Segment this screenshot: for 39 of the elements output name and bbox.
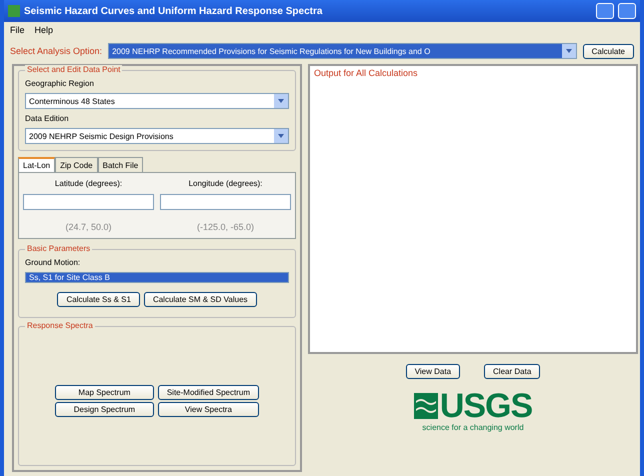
tab[interactable]: Lat-Lon (18, 157, 56, 172)
minimize-button[interactable] (596, 3, 614, 19)
app-icon (8, 5, 20, 17)
edition-label: Data Edition (25, 114, 70, 123)
coordinate-range: (-125.0, -65.0) (196, 222, 254, 232)
calculate-button[interactable]: Calculate SM & SD Values (144, 292, 257, 307)
spectrum-button[interactable]: Design Spectrum (55, 402, 154, 417)
coordinate-input[interactable] (160, 194, 291, 210)
window-title: Seismic Hazard Curves and Uniform Hazard Response Spectra (24, 6, 324, 16)
ground-motion-field[interactable]: Ss, S1 for Site Class B (25, 272, 289, 283)
region-dropdown[interactable]: Conterminous 48 States (25, 93, 289, 109)
edition-dropdown[interactable]: 2009 NEHRP Seismic Design Provisions (25, 128, 289, 144)
region-label: Geographic Region (25, 79, 95, 88)
output-button[interactable]: View Data (406, 364, 460, 379)
output-title: Output for All Calculations (314, 68, 418, 78)
spectrum-button[interactable]: Map Spectrum (55, 385, 154, 400)
coordinate-label: Latitude (degrees): (54, 179, 122, 188)
analysis-dropdown[interactable]: 2009 NEHRP Recommended Provisions for Seismic Regulations for New Buildings and O (108, 43, 577, 59)
wave-logo-icon (414, 393, 438, 419)
analysis-label: Select Analysis Option: (10, 46, 102, 56)
tab[interactable]: Batch File (98, 157, 144, 172)
coordinate-input[interactable] (23, 194, 154, 210)
logo-text: USGS (440, 389, 532, 423)
spectrum-button[interactable]: Site-Modified Spectrum (158, 385, 259, 400)
output-button[interactable]: Clear Data (484, 364, 540, 379)
spectrum-button[interactable]: View Spectra (158, 402, 259, 417)
panel-title: Select and Edit Data Point (25, 65, 122, 74)
coordinate-range: (24.7, 50.0) (65, 222, 112, 232)
menu-item[interactable]: Help (34, 25, 54, 35)
maximize-button[interactable] (618, 3, 636, 19)
tab[interactable]: Zip Code (55, 157, 98, 172)
calculate-button[interactable]: Calculate (582, 44, 634, 58)
panel-title: Response Spectra (25, 321, 95, 330)
panel-title: Basic Parameters (25, 244, 92, 253)
logo-tagline: science for a changing world (422, 423, 524, 432)
calculate-button[interactable]: Calculate Ss & S1 (57, 292, 140, 307)
ground-motion-label: Ground Motion: (25, 258, 82, 267)
coordinate-label: Longitude (degrees): (188, 179, 262, 188)
menu-item[interactable]: File (10, 25, 25, 35)
